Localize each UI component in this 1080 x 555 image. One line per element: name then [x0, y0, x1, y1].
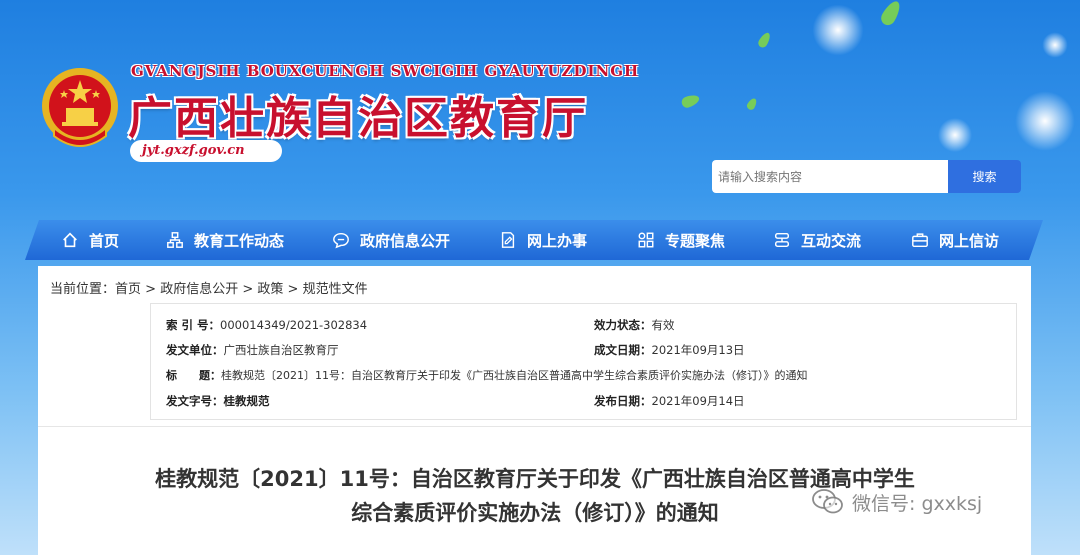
meta-value: 广西壮族自治区教育厅	[223, 343, 339, 357]
home-icon	[61, 231, 79, 249]
nav-item-label: 政府信息公开	[360, 231, 451, 250]
meta-value: 桂教规范	[223, 394, 270, 408]
nav-item-label: 首页	[89, 231, 120, 250]
nav-item-online-services[interactable]: 网上办事	[499, 220, 587, 260]
site-domain-link[interactable]: jyt.gxzf.gov.cn	[130, 140, 282, 162]
meta-issuer: 发文单位：广西壮族自治区教育厅	[166, 342, 339, 358]
meta-status: 效力状态：有效	[594, 317, 675, 333]
nav-item-petition[interactable]: 网上信访	[911, 220, 999, 260]
meta-value: 有效	[651, 318, 675, 332]
breadcrumb-link-gov-info[interactable]: 政府信息公开	[160, 282, 238, 297]
meta-index-number: 索 引 号：000014349/2021-302834	[166, 317, 367, 333]
main-nav: 首页 教育工作动态 政府信息公开 网上办事 专题聚焦 互动交流 网上信访	[25, 220, 1043, 260]
meta-label: 发文字号：	[166, 394, 224, 408]
nav-item-interaction[interactable]: 互动交流	[773, 220, 861, 260]
breadcrumb-separator: >	[238, 282, 258, 297]
grid-icon	[637, 231, 655, 249]
breadcrumb-separator: >	[283, 282, 303, 297]
nav-item-home[interactable]: 首页	[61, 220, 119, 260]
breadcrumb-prefix: 当前位置：	[50, 282, 116, 297]
breadcrumb-link-home[interactable]: 首页	[115, 282, 141, 297]
watermark-text: 微信号: gxxksj	[852, 492, 983, 515]
briefcase-icon	[911, 231, 929, 249]
edit-document-icon	[499, 231, 517, 249]
nav-item-label: 教育工作动态	[194, 231, 285, 250]
meta-label: 发布日期：	[594, 394, 652, 408]
meta-label: 发文单位：	[166, 343, 224, 357]
breadcrumb-link-policy[interactable]: 政策	[257, 282, 283, 297]
sitemap-icon	[166, 231, 184, 249]
search-bar: 搜索	[712, 160, 1021, 193]
meta-title: 标 题：桂教规范〔2021〕11号：自治区教育厅关于印发《广西壮族自治区普通高中…	[166, 367, 808, 383]
search-input[interactable]	[712, 160, 948, 193]
meta-value: 桂教规范〔2021〕11号：自治区教育厅关于印发《广西壮族自治区普通高中学生综合…	[221, 369, 808, 382]
nav-item-special-topics[interactable]: 专题聚焦	[637, 220, 725, 260]
meta-value: 000014349/2021-302834	[220, 318, 368, 332]
site-roman-name: GVANGJSIH BOUXCUENGH SWCIGIH GYAUYUZDING…	[131, 62, 640, 80]
meta-value: 2021年09月13日	[651, 343, 745, 357]
breadcrumb-current[interactable]: 规范性文件	[303, 282, 368, 297]
meta-label: 效力状态：	[594, 318, 652, 332]
search-button[interactable]: 搜索	[948, 160, 1021, 193]
site-title: 广西壮族自治区教育厅	[128, 93, 588, 144]
nav-item-label: 网上信访	[939, 231, 1000, 250]
server-icon	[773, 231, 791, 249]
nav-item-label: 网上办事	[527, 231, 588, 250]
site-header: GVANGJSIH BOUXCUENGH SWCIGIH GYAUYUZDING…	[0, 0, 1080, 220]
nav-item-education-news[interactable]: 教育工作动态	[166, 220, 284, 260]
nav-item-label: 互动交流	[801, 231, 862, 250]
national-emblem-icon	[42, 68, 118, 147]
meta-published-date: 发布日期：2021年09月14日	[594, 393, 745, 409]
meta-label: 标 题：	[166, 369, 221, 382]
meta-created-date: 成文日期：2021年09月13日	[594, 342, 745, 358]
nav-item-gov-info[interactable]: 政府信息公开	[332, 220, 450, 260]
breadcrumb-separator: >	[141, 282, 161, 297]
wechat-icon	[812, 489, 843, 514]
meta-label: 成文日期：	[594, 343, 652, 357]
wechat-watermark: 微信号: gxxksj	[812, 488, 982, 516]
section-divider	[38, 426, 1031, 427]
meta-label: 索 引 号：	[166, 318, 221, 332]
meta-value: 2021年09月14日	[651, 394, 745, 408]
breadcrumb: 当前位置：首页 > 政府信息公开 > 政策 > 规范性文件	[50, 278, 368, 297]
meta-document-number: 发文字号：桂教规范	[166, 393, 270, 409]
chat-icon	[332, 231, 350, 249]
nav-item-label: 专题聚焦	[665, 231, 726, 250]
